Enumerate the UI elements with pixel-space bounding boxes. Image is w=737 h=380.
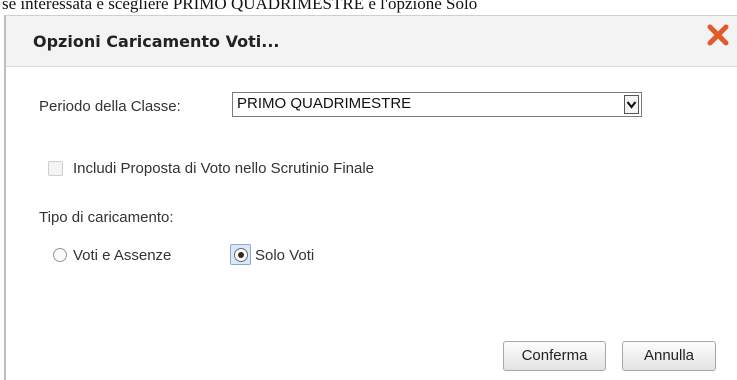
- radio-solo-voti-circle: [234, 248, 248, 262]
- include-proposal-label: Includi Proposta di Voto nello Scrutinio…: [73, 160, 375, 177]
- radio-voti-e-assenze-label[interactable]: Voti e Assenze: [73, 247, 171, 264]
- period-selected-value: PRIMO QUADRIMESTRE: [237, 95, 412, 112]
- cancel-button[interactable]: Annulla: [622, 341, 716, 371]
- dialog-title: Opzioni Caricamento Voti...: [33, 32, 280, 51]
- close-icon[interactable]: [704, 21, 732, 49]
- background-instruction-text: se interessata e scegliere PRIMO QUADRIM…: [2, 0, 478, 13]
- include-proposal-checkbox[interactable]: [48, 161, 63, 176]
- options-dialog: Opzioni Caricamento Voti... Periodo dell…: [4, 15, 737, 380]
- radio-voti-e-assenze[interactable]: [53, 248, 67, 262]
- radio-solo-voti[interactable]: [230, 244, 251, 265]
- period-select[interactable]: PRIMO QUADRIMESTRE: [232, 92, 642, 117]
- dialog-titlebar: Opzioni Caricamento Voti...: [6, 16, 737, 67]
- radio-selected-dot: [238, 252, 244, 258]
- load-type-label: Tipo di caricamento:: [39, 209, 174, 226]
- radio-solo-voti-label[interactable]: Solo Voti: [255, 247, 314, 264]
- period-label: Periodo della Classe:: [39, 98, 181, 115]
- chevron-down-icon[interactable]: [624, 95, 639, 114]
- confirm-button[interactable]: Conferma: [503, 341, 606, 371]
